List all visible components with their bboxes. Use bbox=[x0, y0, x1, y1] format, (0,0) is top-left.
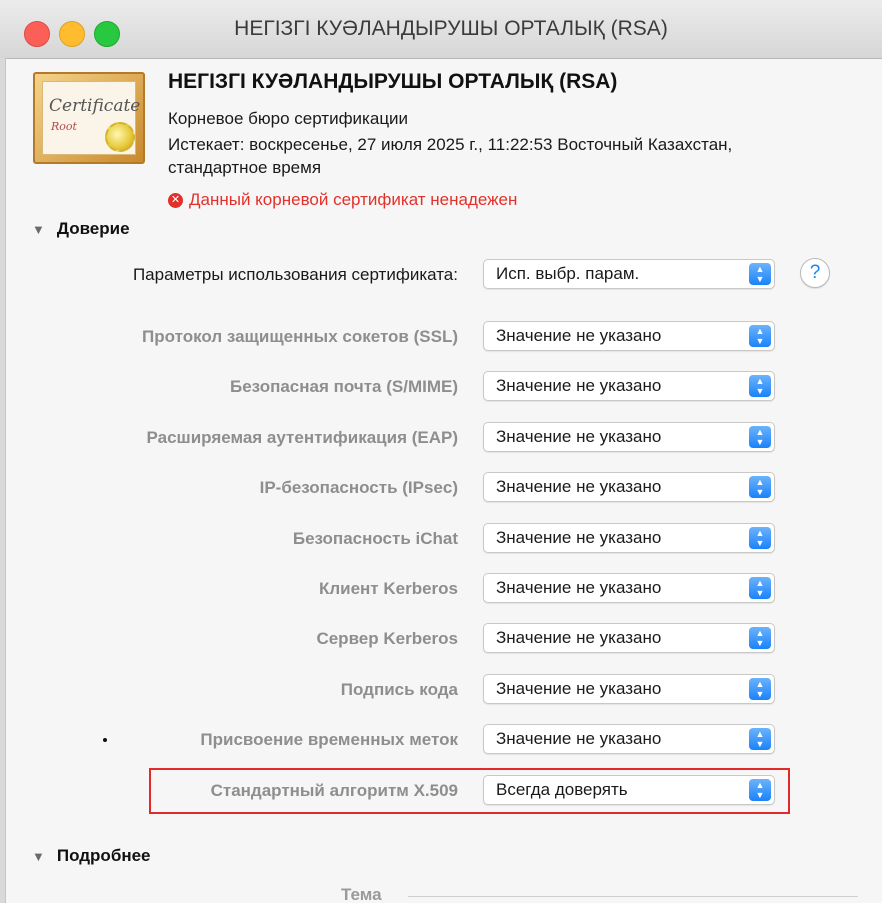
trust-row-select[interactable]: Значение не указано ▲ ▼ bbox=[483, 523, 775, 553]
certificate-expiry-line2: стандартное время bbox=[168, 158, 322, 177]
updown-arrow-icon[interactable]: ▲ ▼ bbox=[749, 263, 771, 285]
trust-row-label: Безопасная почта (S/MIME) bbox=[230, 377, 458, 396]
updown-arrow-icon[interactable]: ▲ ▼ bbox=[749, 426, 771, 448]
certificate-expiry: Истекает: воскресенье, 27 июля 2025 г., … bbox=[168, 135, 733, 154]
trust-row-label: Расширяемая аутентификация (EAP) bbox=[146, 428, 458, 447]
trust-row-select[interactable]: Значение не указано ▲ ▼ bbox=[483, 371, 775, 401]
updown-arrow-icon[interactable]: ▲ ▼ bbox=[749, 728, 771, 750]
trust-row-select-value: Значение не указано bbox=[496, 729, 662, 748]
trust-row-select-value: Значение не указано bbox=[496, 528, 662, 547]
subject-heading: Тема bbox=[341, 885, 382, 903]
trust-row-select-value: Значение не указано bbox=[496, 679, 662, 698]
error-icon: ✕ bbox=[168, 192, 183, 208]
usage-select[interactable]: Исп. выбр. парам. ▲ ▼ bbox=[483, 259, 775, 289]
trust-row-select-value: Значение не указано bbox=[496, 628, 662, 647]
certificate-window: НЕГІЗГІ КУӘЛАНДЫРУШЫ ОРТАЛЫҚ (RSA) Certi… bbox=[0, 0, 882, 903]
stray-dot bbox=[103, 738, 107, 742]
trust-row-select[interactable]: Значение не указано ▲ ▼ bbox=[483, 674, 775, 704]
certificate-type: Корневое бюро сертификации bbox=[168, 109, 409, 128]
usage-select-value: Исп. выбр. парам. bbox=[496, 264, 640, 283]
updown-arrow-icon[interactable]: ▲ ▼ bbox=[749, 325, 771, 347]
certificate-name: НЕГІЗГІ КУӘЛАНДЫРУШЫ ОРТАЛЫҚ (RSA) bbox=[168, 70, 618, 93]
trust-row-select[interactable]: Значение не указано ▲ ▼ bbox=[483, 573, 775, 603]
trust-section-label: Доверие bbox=[56, 219, 130, 238]
trust-row-select[interactable]: Значение не указано ▲ ▼ bbox=[483, 321, 775, 351]
updown-arrow-icon[interactable]: ▲ ▼ bbox=[749, 527, 771, 549]
updown-arrow-icon[interactable]: ▲ ▼ bbox=[749, 577, 771, 599]
help-button[interactable]: ? bbox=[800, 258, 830, 288]
disclosure-triangle-icon[interactable]: ▼ bbox=[32, 849, 45, 864]
details-section-label: Подробнее bbox=[56, 846, 151, 865]
title-bar[interactable]: НЕГІЗГІ КУӘЛАНДЫРУШЫ ОРТАЛЫҚ (RSA) bbox=[0, 0, 882, 59]
highlight-box bbox=[149, 768, 790, 814]
subject-divider bbox=[408, 896, 858, 897]
trust-row-select-value: Значение не указано bbox=[496, 578, 662, 597]
disclosure-triangle-icon[interactable]: ▼ bbox=[32, 222, 45, 237]
trust-row-label: Присвоение временных меток bbox=[200, 730, 458, 749]
seal-icon bbox=[105, 122, 135, 152]
trust-row-label: Клиент Kerberos bbox=[318, 579, 458, 598]
window-title: НЕГІЗГІ КУӘЛАНДЫРУШЫ ОРТАЛЫҚ (RSA) bbox=[234, 17, 668, 40]
trust-row-select[interactable]: Значение не указано ▲ ▼ bbox=[483, 623, 775, 653]
trust-row-select-value: Значение не указано bbox=[496, 477, 662, 496]
details-section-toggle[interactable]: ▼ Подробнее bbox=[32, 846, 151, 866]
trust-row-label: Сервер Kerberos bbox=[316, 629, 458, 648]
trust-row-label: Протокол защищенных сокетов (SSL) bbox=[142, 327, 458, 346]
updown-arrow-icon[interactable]: ▲ ▼ bbox=[749, 678, 771, 700]
certificate-icon: Certificate Root bbox=[33, 72, 145, 164]
trust-row-select-value: Значение не указано bbox=[496, 326, 662, 345]
untrusted-warning-text: Данный корневой сертификат ненадежен bbox=[189, 190, 518, 209]
trust-row-label: IP-безопасность (IPsec) bbox=[259, 478, 458, 497]
trust-section-toggle[interactable]: ▼ Доверие bbox=[32, 219, 130, 239]
trust-row-select-value: Значение не указано bbox=[496, 376, 662, 395]
trust-row-select[interactable]: Значение не указано ▲ ▼ bbox=[483, 724, 775, 754]
trust-row-select[interactable]: Значение не указано ▲ ▼ bbox=[483, 422, 775, 452]
window-left-edge bbox=[0, 58, 6, 903]
usage-label: Параметры использования сертификата: bbox=[132, 265, 458, 284]
untrusted-warning: ✕ Данный корневой сертификат ненадежен bbox=[168, 190, 517, 210]
trust-row-label: Подпись кода bbox=[340, 680, 458, 699]
updown-arrow-icon[interactable]: ▲ ▼ bbox=[749, 627, 771, 649]
updown-arrow-icon[interactable]: ▲ ▼ bbox=[749, 476, 771, 498]
trust-row-select-value: Значение не указано bbox=[496, 427, 662, 446]
trust-row-select[interactable]: Значение не указано ▲ ▼ bbox=[483, 472, 775, 502]
certificate-icon-word: Certificate bbox=[49, 96, 141, 116]
certificate-icon-sub: Root bbox=[51, 120, 77, 133]
updown-arrow-icon[interactable]: ▲ ▼ bbox=[749, 375, 771, 397]
trust-row-label: Безопасность iChat bbox=[292, 529, 458, 548]
